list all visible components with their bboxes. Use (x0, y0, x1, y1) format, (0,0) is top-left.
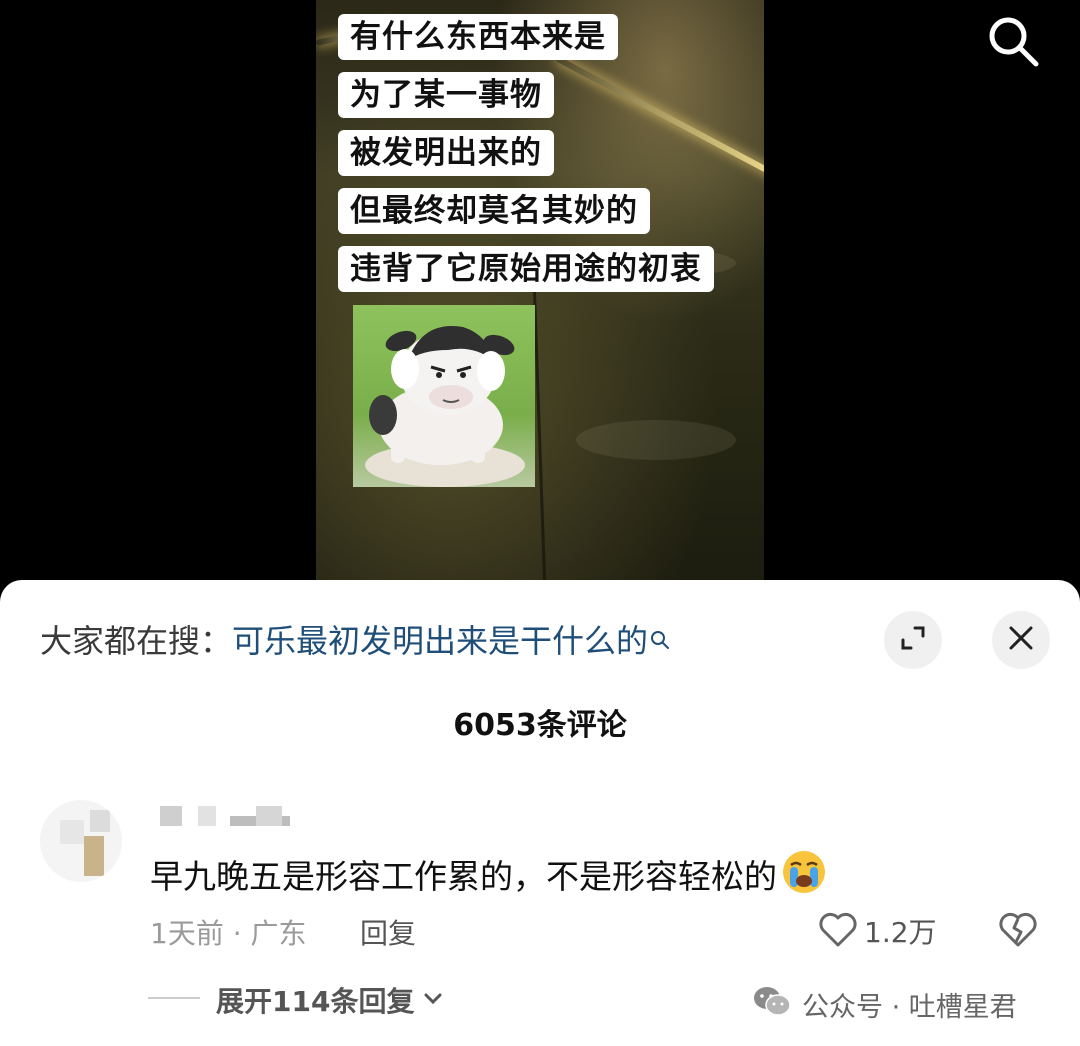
reply-button[interactable]: 回复 (360, 912, 416, 952)
chevron-down-icon (422, 984, 444, 1017)
broken-heart-icon (998, 912, 1038, 952)
watermark: 公众号 · 吐槽星君 (752, 984, 1017, 1025)
cow-meme-image (353, 305, 535, 487)
username-blurred[interactable] (160, 806, 290, 826)
video-caption-line: 有什么东西本来是 (338, 14, 618, 60)
watermark-text: 公众号 · 吐槽星君 (802, 992, 1017, 1023)
video-caption-line: 违背了它原始用途的初衷 (338, 246, 714, 292)
video-caption-stack: 有什么东西本来是 为了某一事物 被发明出来的 但最终却莫名其妙的 违背了它原始用… (338, 14, 714, 292)
video-player[interactable]: 有什么东西本来是 为了某一事物 被发明出来的 但最终却莫名其妙的 违背了它原始用… (0, 0, 1080, 600)
trending-search-prefix: 大家都在搜： (40, 622, 233, 660)
expand-replies-button[interactable]: 展开114条回复 (216, 980, 444, 1020)
trending-search-bar: 大家都在搜：可乐最初发明出来是干什么的 (40, 616, 670, 662)
search-icon[interactable] (984, 12, 1042, 70)
close-button[interactable] (992, 611, 1050, 669)
expand-icon (899, 624, 927, 656)
water-ripple (576, 420, 736, 460)
like-count: 1.2万 (864, 916, 937, 949)
comment-count: 6053条评论 (453, 708, 627, 743)
expand-replies-label: 展开114条回复 (216, 985, 415, 1018)
video-caption-line: 为了某一事物 (338, 72, 554, 118)
dislike-button[interactable] (998, 910, 1038, 952)
divider (148, 997, 200, 999)
avatar[interactable] (40, 800, 122, 882)
close-icon (1007, 624, 1035, 656)
comment-text: 早九晚五是形容工作累的，不是形容轻松的 (150, 857, 777, 896)
expand-button[interactable] (884, 611, 942, 669)
trending-search-query[interactable]: 可乐最初发明出来是干什么的 (232, 622, 648, 660)
video-caption-line: 被发明出来的 (338, 130, 554, 176)
like-button[interactable]: 1.2万 (818, 910, 937, 952)
wechat-icon (752, 984, 792, 1025)
video-caption-line: 但最终却莫名其妙的 (338, 188, 650, 234)
heart-icon (818, 910, 858, 952)
comment-body: 早九晚五是形容工作累的，不是形容轻松的 (150, 850, 827, 903)
crying-emoji-icon (781, 849, 827, 903)
search-icon[interactable] (650, 620, 670, 658)
comment-time-location: 1天前 · 广东 (150, 917, 307, 950)
